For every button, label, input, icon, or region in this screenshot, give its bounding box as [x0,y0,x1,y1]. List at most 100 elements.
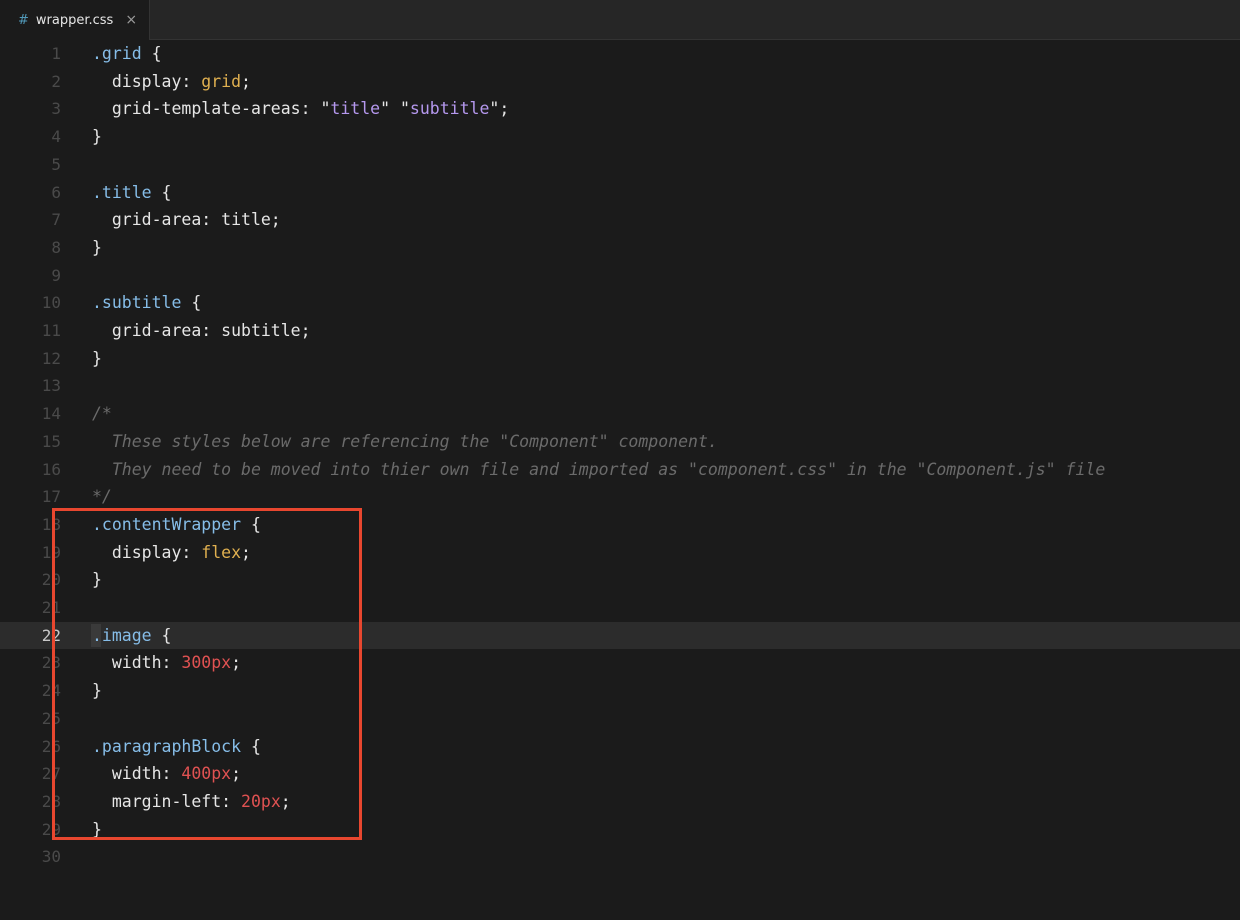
code-editor[interactable]: 1 .grid {2 display: grid; 3 grid-template-… [0,40,1240,920]
code-line[interactable]: 26 .paragraphBlock { [0,733,1240,761]
code-text: } [92,677,102,705]
code-token: margin-left: [92,791,242,811]
code-line[interactable]: 17 */ [0,483,1240,511]
code-text: .subtitle { [92,289,201,317]
code-text: They need to be moved into thier own fil… [92,456,1105,484]
code-token: { [141,44,162,63]
code-token: } [92,681,102,701]
code-line[interactable]: 14 /* [0,400,1240,428]
code-token: } [92,348,102,368]
line-number: 24 [41,681,61,701]
line-number: 11 [41,321,61,340]
code-line[interactable]: 13 [0,372,1240,400]
line-number: 9 [51,265,61,285]
code-line[interactable]: 5 [0,151,1240,179]
line-number: 8 [51,237,61,257]
code-text: .contentWrapper { [92,511,261,539]
code-line[interactable]: 23 width: 300px; [0,649,1240,677]
code-text: } [92,566,102,594]
code-token: ; [231,764,242,784]
code-line[interactable]: 29} [0,816,1240,844]
code-line[interactable]: 24} [0,677,1240,705]
code-token: grid-template-areas: [92,99,321,119]
code-token: " [320,99,331,119]
code-line[interactable]: 28 margin-left: 20px; [0,788,1240,816]
line-number: 1 [51,44,61,63]
code-text: .image { [92,622,171,650]
line-number: 30 [41,847,61,867]
code-text: margin-left: 20px; [92,788,291,816]
code-line[interactable]: 19 display: flex; [0,539,1240,567]
line-number: 2 [51,71,61,91]
code-token: .title [92,182,152,202]
code-token: grid [201,71,242,91]
line-number: 26 [41,736,61,756]
code-text: width: 300px; [92,649,241,677]
code-line[interactable]: 30 [0,843,1240,871]
code-token: } [92,127,102,147]
code-token: width: [92,653,182,673]
code-line[interactable]: 18 .contentWrapper { [0,511,1240,539]
line-number: 23 [41,653,61,673]
tab-label: wrapper.css [35,12,114,28]
code-text: } [92,234,102,262]
line-number: 12 [41,348,61,368]
code-line[interactable]: 9 [0,262,1240,290]
line-number: 19 [41,542,61,562]
code-line[interactable]: 25 [0,705,1240,733]
line-number: 4 [51,127,61,147]
code-token: } [92,237,102,257]
code-text: display: flex; [92,539,251,567]
code-line[interactable]: 15 These styles below are referencing th… [0,428,1240,456]
code-line[interactable]: 4} [0,123,1240,151]
close-icon[interactable]: × [125,12,137,28]
line-number: 16 [41,459,61,479]
code-token: These styles below are referencing the "… [92,431,718,451]
code-line[interactable]: 12} [0,345,1240,373]
code-text: .title { [92,179,171,207]
code-text: grid-area: title; [92,206,281,234]
code-token: .contentWrapper [92,514,242,534]
tab-wrapper-css[interactable]: # wrapper.css × [0,0,150,40]
line-number: 13 [41,376,61,396]
code-line[interactable]: 11 grid-area: subtitle; [0,317,1240,345]
code-line[interactable]: 20} [0,566,1240,594]
code-line[interactable]: 2 display: grid; [0,68,1240,96]
code-line[interactable]: 21 [0,594,1240,622]
code-line[interactable]: 10 .subtitle { [0,289,1240,317]
tab-bar: # wrapper.css × [0,0,1240,40]
code-token: .image [92,625,152,645]
code-text: } [92,123,102,151]
code-line[interactable]: 7 grid-area: title; [0,206,1240,234]
code-token: " " [380,99,410,119]
code-line[interactable]: 27 width: 400px; [0,760,1240,788]
line-number: 25 [41,708,61,728]
code-token: They need to be moved into thier own fil… [92,459,1106,479]
code-token: flex [201,542,242,562]
line-number: 20 [41,570,61,590]
code-token: "; [489,99,510,119]
code-token: .grid [92,44,142,63]
code-token: { [151,182,172,202]
code-text: */ [92,483,112,511]
code-text: display: grid; [92,68,251,96]
code-line[interactable]: 22 .image { [0,621,1240,650]
code-line[interactable]: 1 .grid { [0,40,1240,68]
code-line[interactable]: 3 grid-template-areas: "title" "subtitle… [0,95,1240,123]
line-number: 27 [41,764,61,784]
code-line[interactable]: 8} [0,234,1240,262]
code-token: 20px [241,791,281,811]
code-token: display: [92,542,202,562]
code-line[interactable]: 16 They need to be moved into thier own … [0,456,1240,484]
code-token: width: [92,764,182,784]
code-token: grid-area: subtitle; [92,321,311,340]
code-line[interactable]: 6 .title { [0,179,1240,207]
line-number: 22 [41,625,61,645]
code-token: 300px [181,653,232,673]
line-number: 29 [41,819,61,839]
line-number: 18 [41,514,61,534]
code-text: } [92,816,102,844]
line-number: 7 [51,210,61,230]
code-text: grid-area: subtitle; [92,317,311,345]
code-token: } [92,570,102,590]
